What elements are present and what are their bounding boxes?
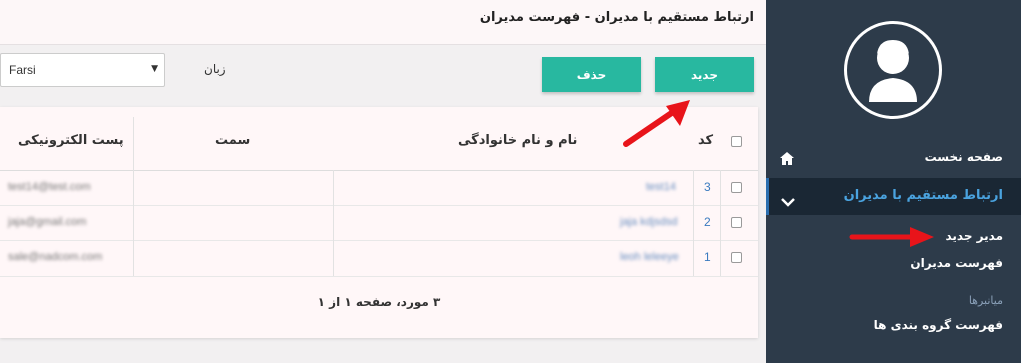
user-avatar-icon	[844, 21, 942, 119]
column-divider	[720, 170, 721, 276]
sidebar-section-shortcuts: میانبرها	[968, 294, 1003, 307]
row-name[interactable]: leoh leleeye	[620, 251, 679, 263]
sidebar-subitem-new-manager[interactable]: مدیر جدید	[945, 229, 1003, 243]
row-divider	[0, 205, 758, 206]
row-checkbox[interactable]	[731, 182, 742, 193]
language-label: زبان	[204, 62, 226, 76]
annotation-arrow-icon	[849, 227, 934, 247]
home-icon	[780, 150, 794, 169]
row-email: jaja@gmail.com	[8, 216, 87, 228]
chevron-down-icon	[781, 192, 795, 211]
sidebar-item-home[interactable]: صفحه نخست	[766, 142, 1021, 172]
sidebar-item-label: صفحه نخست	[924, 150, 1003, 164]
row-divider	[0, 240, 758, 241]
pagination-summary: ۳ مورد، صفحه ۱ از ۱	[317, 295, 441, 309]
column-header-email: پست الکترونیکی	[18, 133, 124, 148]
column-header-position: سمت	[215, 133, 251, 148]
column-divider	[333, 170, 334, 276]
select-all-checkbox[interactable]	[731, 136, 742, 147]
row-email: test14@test.com	[8, 181, 91, 193]
column-divider	[133, 117, 134, 276]
sidebar: صفحه نخست ارتباط مستقیم با مدیران مدیر ج…	[766, 0, 1021, 363]
row-id[interactable]: 1	[704, 250, 711, 264]
row-id[interactable]: 2	[704, 215, 711, 229]
column-divider	[693, 170, 694, 276]
column-header-name: نام و نام خانوادگی	[458, 133, 578, 148]
page-title: ارتباط مستقیم با مدیران - فهرست مدیران	[479, 10, 754, 25]
language-select[interactable]: Farsi ▼	[0, 53, 165, 87]
row-divider	[0, 276, 758, 277]
header-divider	[0, 170, 758, 171]
delete-button[interactable]: حذف	[542, 57, 641, 92]
row-email: sale@nadcom.com	[8, 251, 103, 263]
page-header: ارتباط مستقیم با مدیران - فهرست مدیران	[0, 0, 766, 45]
sidebar-subitem-managers-list[interactable]: فهرست مدیران	[910, 256, 1003, 270]
row-name[interactable]: jaja kdjsdsd	[620, 216, 677, 228]
sidebar-item-groups-list[interactable]: فهرست گروه بندی ها	[874, 318, 1003, 332]
row-checkbox[interactable]	[731, 252, 742, 263]
select-caret-icon: ▼	[151, 64, 158, 74]
column-header-id: کد	[698, 133, 714, 148]
sidebar-item-direct-managers[interactable]: ارتباط مستقیم با مدیران	[766, 178, 1021, 215]
language-select-value: Farsi	[9, 63, 36, 77]
row-name[interactable]: test14	[646, 181, 676, 193]
annotation-arrow-icon	[623, 100, 690, 147]
new-button[interactable]: جدید	[655, 57, 754, 92]
row-checkbox[interactable]	[731, 217, 742, 228]
row-id[interactable]: 3	[704, 180, 711, 194]
sidebar-item-label: ارتباط مستقیم با مدیران	[843, 188, 1003, 203]
